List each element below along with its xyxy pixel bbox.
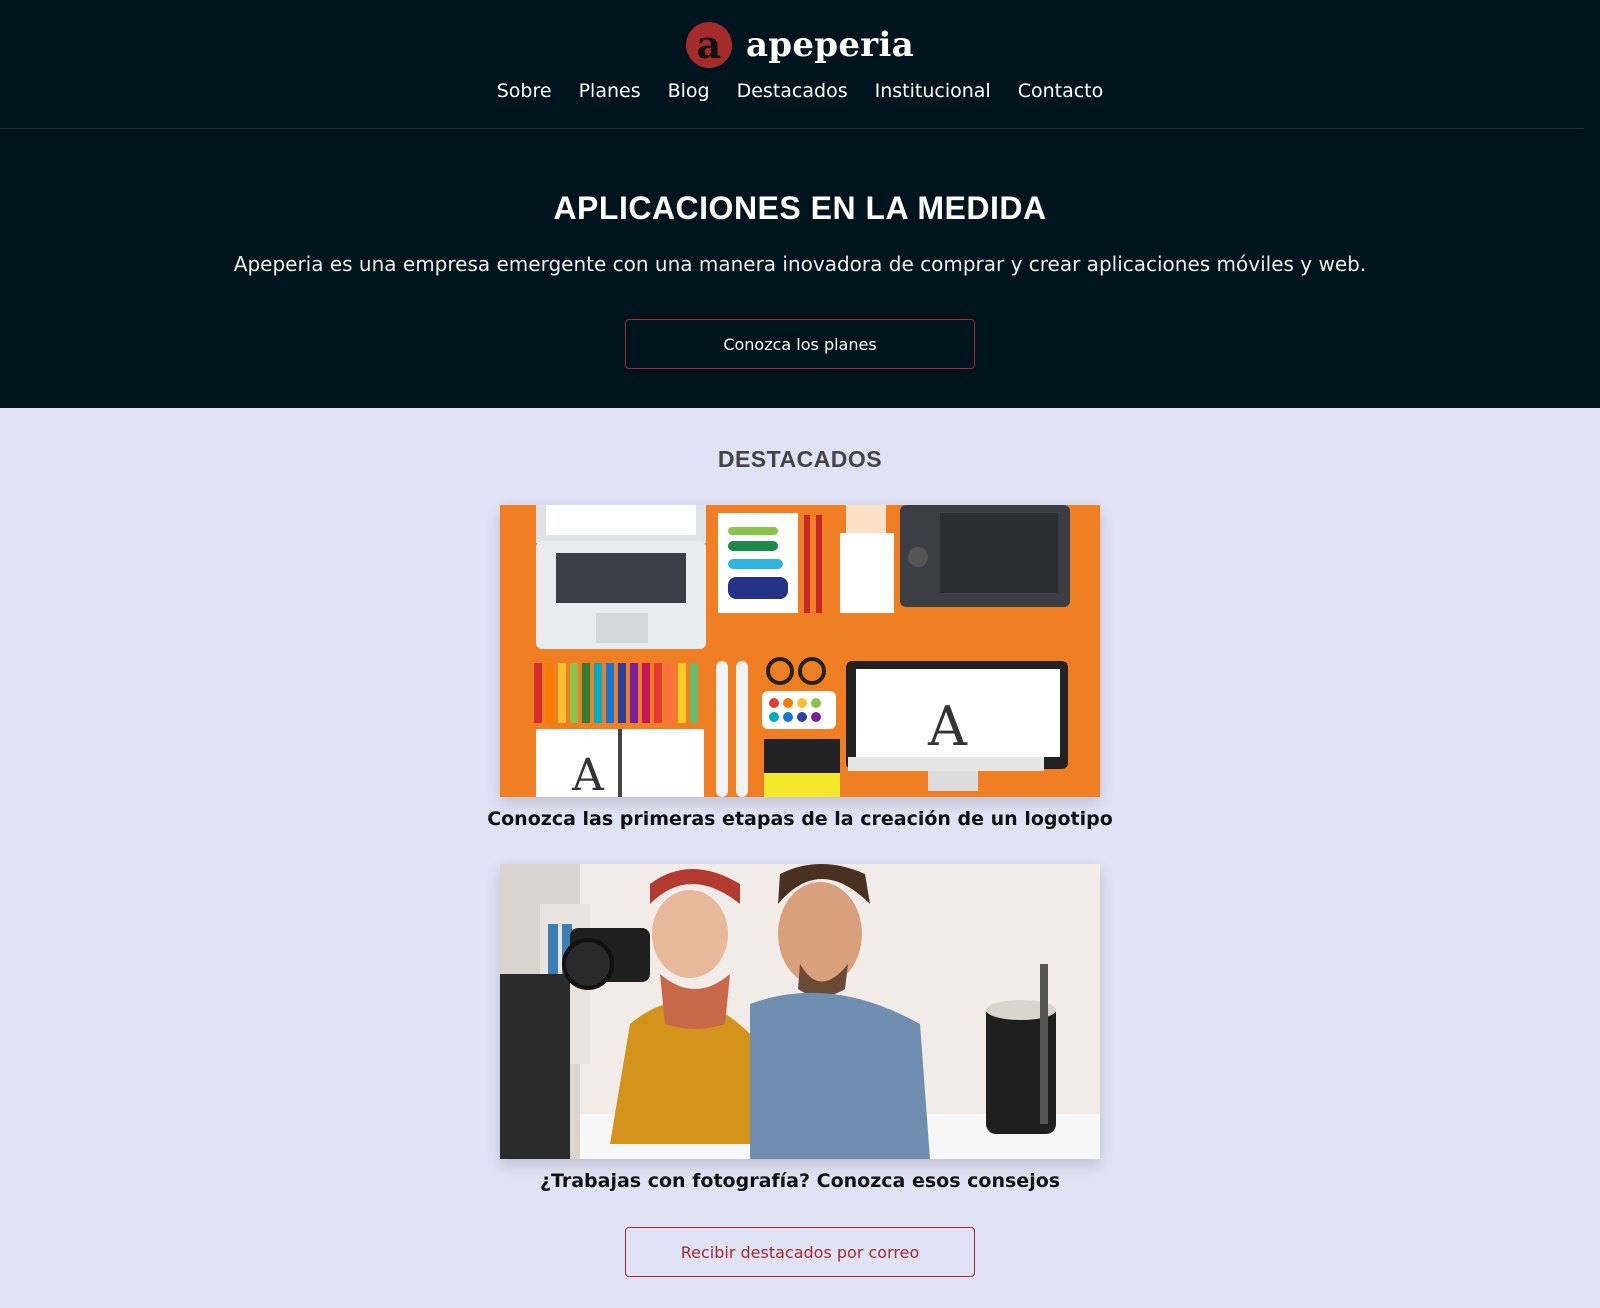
section-title: DESTACADOS [717,446,883,472]
email-subscribe-button[interactable]: Recibir destacados por correo [625,1227,975,1277]
photography-photo [500,864,1100,1159]
paint-tubes [710,617,1070,647]
hero-title: APLICACIONES EN LA MEDIDA [553,190,1047,226]
photography-image[interactable] [500,864,1100,1159]
site-header: a apeperia Sobre Planes Blog Destacados … [0,0,1600,408]
logo-icon: a [685,22,732,68]
card-caption-photography[interactable]: ¿Trabajas con fotografía? Conozca esos c… [0,1170,1600,1192]
nav-item-sobre[interactable]: Sobre [497,80,552,102]
hero-subtitle: Apeperia es una empresa emergente con un… [233,252,1367,276]
brand[interactable]: a apeperia [0,22,1600,68]
logo-design-image[interactable]: A A [500,505,1100,797]
svg-text:A: A [927,695,968,758]
nav-item-blog[interactable]: Blog [668,80,710,102]
nav-item-contacto[interactable]: Contacto [1018,80,1104,102]
main-nav: Sobre Planes Blog Destacados Institucion… [0,80,1600,102]
nav-item-institucional[interactable]: Institucional [875,80,991,102]
card-caption-logo[interactable]: Conozca las primeras etapas de la creaci… [0,808,1600,830]
design-desk-illustration: A A [500,505,1100,797]
brand-name: apeperia [745,25,915,65]
nav-item-destacados[interactable]: Destacados [737,80,848,102]
plans-button[interactable]: Conozca los planes [625,319,975,369]
header-divider [0,128,1584,129]
nav-item-planes[interactable]: Planes [579,80,641,102]
svg-text:A: A [571,750,605,797]
